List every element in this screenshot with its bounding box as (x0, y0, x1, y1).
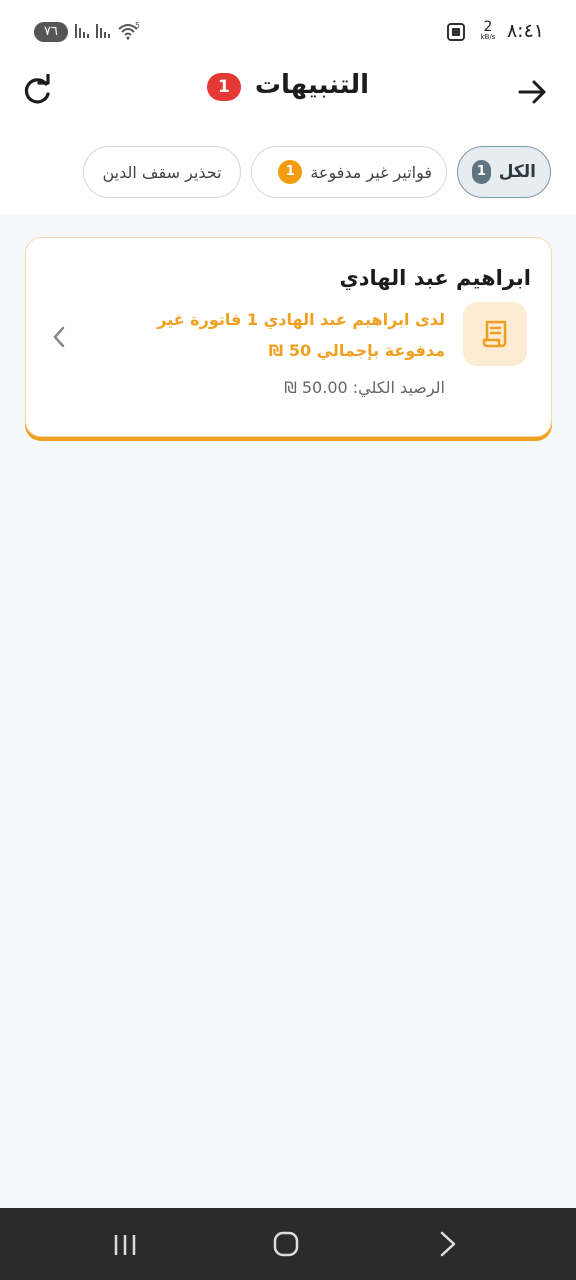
recent-apps-button[interactable] (112, 1232, 138, 1262)
system-back-button[interactable] (436, 1230, 460, 1262)
screen-capture-icon (446, 22, 466, 46)
network-speed-unit: kB/s (480, 33, 496, 41)
network-speed-value: 2 (483, 19, 493, 35)
refresh-icon (24, 73, 50, 104)
recent-apps-icon (114, 1235, 136, 1255)
notification-card[interactable]: ابراهيم عبد الهادي لدى ابراهيم عبد الهاد… (25, 237, 552, 437)
home-icon (273, 1231, 299, 1257)
status-time: ٨:٤١ (506, 20, 544, 42)
open-details-button[interactable] (50, 324, 68, 354)
customer-name: ابراهيم عبد الهادي (339, 266, 531, 290)
tab-all-count: 1 (472, 160, 491, 184)
battery-indicator: ٧٦ (34, 22, 68, 42)
receipt-icon-container (463, 302, 527, 366)
tab-all-label: الكل (498, 162, 536, 182)
total-balance: الرصيد الكلي: 50.00 ₪ (284, 378, 445, 397)
signal-icon (95, 22, 113, 44)
notifications-count-badge: 1 (206, 73, 241, 101)
notification-message: لدى ابراهيم عبد الهادي 1 فاتورة غير مدفو… (157, 310, 445, 360)
tab-unpaid-count: 1 (278, 160, 303, 184)
tab-all[interactable]: الكل 1 (457, 146, 551, 198)
signal-icon (74, 22, 92, 44)
app-header: التنبيهات 1 (0, 62, 576, 132)
screen: ٨:٤١ 2 kB/s ٧٦ 5 التنبيهات 1 الكل 1 فوات… (0, 0, 576, 1280)
page-title: التنبيهات (254, 70, 370, 100)
tab-unpaid-label: فواتير غير مدفوعة (310, 162, 432, 182)
chevron-right-icon (440, 1231, 456, 1257)
status-bar: ٨:٤١ 2 kB/s ٧٦ 5 (0, 0, 576, 62)
wifi-icon: 5 (117, 21, 141, 45)
wifi-band-label: 5 (135, 21, 140, 30)
page-title-group: التنبيهات 1 (0, 69, 576, 101)
refresh-button[interactable] (22, 73, 52, 108)
receipt-icon (482, 320, 507, 348)
tab-debt-limit-warning[interactable]: تحذير سقف الدين (83, 146, 241, 198)
network-speed: 2 kB/s (476, 20, 500, 41)
home-button[interactable] (272, 1230, 300, 1262)
chevron-left-icon (53, 326, 65, 348)
tab-debt-label: تحذير سقف الدين (102, 162, 222, 182)
filter-tabs: الكل 1 فواتير غير مدفوعة 1 تحذير سقف الد… (0, 132, 576, 214)
system-navigation-bar (0, 1208, 576, 1280)
tab-unpaid-invoices[interactable]: فواتير غير مدفوعة 1 (251, 146, 447, 198)
